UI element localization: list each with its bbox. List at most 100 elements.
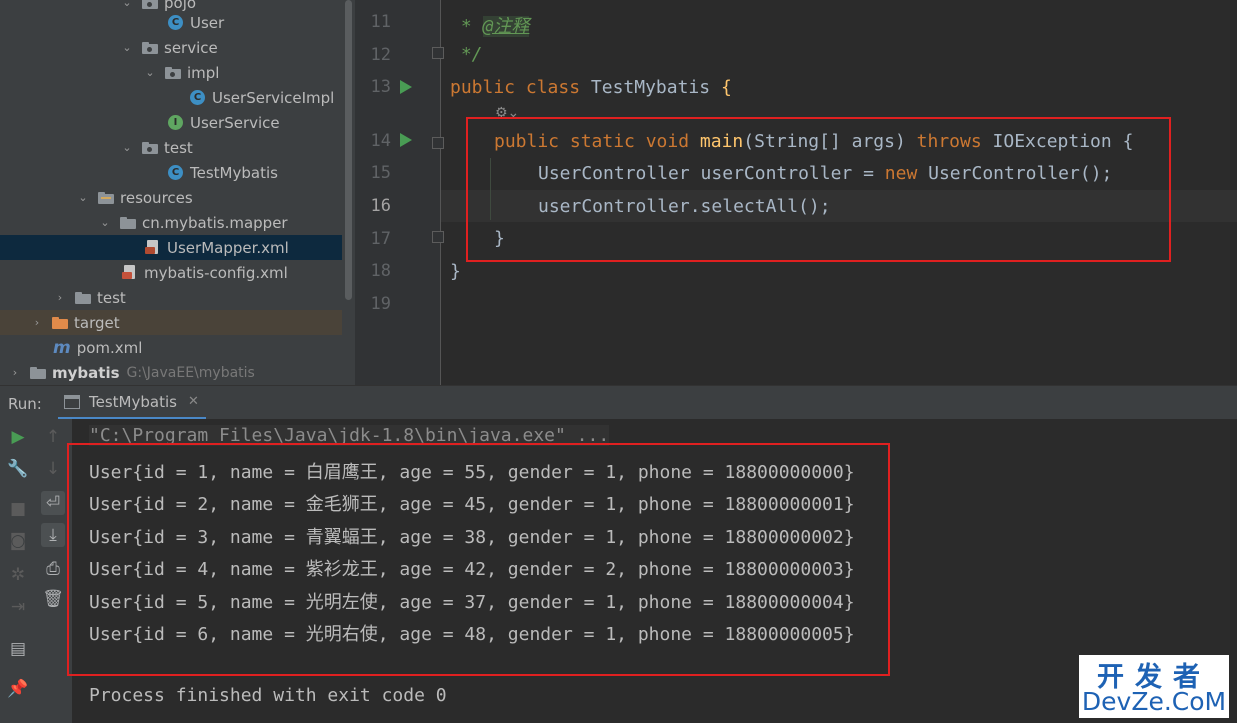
tree-item-usermapper-xml[interactable]: UserMapper.xml [0, 235, 342, 260]
watermark-logo: 开发者 DevZe.CoM [1079, 655, 1229, 718]
run-config-icon [64, 394, 80, 409]
line-number: 17 [370, 229, 391, 249]
tree-item-project-root[interactable]: › mybatis G:\JavaEE\mybatis [0, 360, 342, 385]
chevron-down-icon[interactable]: ⌄ [143, 66, 157, 80]
wrench-icon[interactable]: 🔧 [6, 457, 30, 481]
chevron-right-icon[interactable]: › [30, 316, 44, 330]
rerun-icon[interactable]: ▶ [6, 425, 30, 449]
tree-item-userservice[interactable]: I UserService [0, 110, 342, 135]
tree-item-label: UserMapper.xml [167, 238, 289, 257]
tree-item-label: pom.xml [76, 338, 143, 357]
resources-folder-icon [98, 191, 114, 204]
line-number: 19 [370, 294, 391, 314]
fold-marker-icon[interactable] [432, 231, 444, 243]
tree-item-label: test [164, 138, 193, 157]
print-icon[interactable]: ⎙ [41, 557, 65, 581]
package-icon [142, 141, 158, 154]
code-line-18: } [450, 261, 461, 282]
tree-item-test-package[interactable]: ⌄ test [0, 135, 342, 160]
debug-icon[interactable]: ✲ [6, 563, 30, 587]
project-folder-icon [30, 366, 46, 379]
project-tree: ⌄ pojo C User ⌄ service ⌄ impl C UserSer… [0, 0, 342, 385]
soft-wrap-icon[interactable]: ⏎ [41, 491, 65, 515]
folder-icon [75, 291, 91, 304]
tree-item-user[interactable]: C User [0, 10, 342, 35]
tree-item-label: target [74, 313, 120, 332]
line-number: 14 [370, 131, 391, 151]
tree-item-pom[interactable]: m pom.xml [0, 335, 342, 360]
run-class-icon[interactable] [400, 80, 412, 94]
xml-file-icon [122, 265, 137, 280]
chevron-down-icon[interactable]: ⌄ [120, 41, 134, 55]
tree-item-label: resources [120, 188, 193, 207]
tree-item-label: UserServiceImpl [212, 88, 335, 107]
console-exit-message: Process finished with exit code 0 [89, 685, 447, 706]
tree-item-label: TestMybatis [190, 163, 278, 182]
class-icon: C [190, 90, 205, 105]
chevron-down-icon[interactable]: ⌄ [120, 141, 134, 155]
tree-item-resources[interactable]: ⌄ resources [0, 185, 342, 210]
tree-item-testmybatis[interactable]: C TestMybatis [0, 160, 342, 185]
tree-item-label: UserService [190, 113, 280, 132]
camera-icon[interactable]: ◙ [6, 529, 30, 553]
up-arrow-icon[interactable]: ↑ [41, 425, 65, 449]
tree-item-userserviceimpl[interactable]: C UserServiceImpl [0, 85, 342, 110]
tab-testmybatis[interactable]: TestMybatis ✕ [58, 386, 206, 420]
scroll-to-end-icon[interactable]: ⤓ [41, 523, 65, 547]
line-number: 11 [370, 12, 391, 32]
line-number: 13 [370, 77, 391, 97]
layout-icon[interactable]: ▤ [6, 637, 30, 661]
tree-item-impl[interactable]: ⌄ impl [0, 60, 342, 85]
close-icon[interactable]: ✕ [188, 394, 199, 409]
tree-item-label: cn.mybatis.mapper [142, 213, 288, 232]
class-icon: C [168, 15, 183, 30]
tree-item-label: impl [187, 63, 220, 82]
excluded-folder-icon [52, 316, 68, 329]
code-line-11: * @注释 [450, 16, 530, 37]
project-path: G:\JavaEE\mybatis [126, 364, 255, 381]
stop-icon[interactable]: ■ [6, 497, 30, 521]
javadoc-tag: @注释 [482, 16, 530, 37]
watermark-bottom-text: DevZe.CoM [1081, 687, 1227, 716]
trash-icon[interactable]: 🗑 [41, 587, 65, 611]
folder-icon [120, 216, 136, 229]
run-label: Run: [8, 395, 42, 413]
code-line-13: public class TestMybatis { [450, 77, 732, 98]
chevron-down-icon[interactable]: ⌄ [76, 191, 90, 205]
line-number: 12 [370, 45, 391, 65]
highlight-box-output [67, 443, 890, 676]
maven-icon: m [53, 337, 71, 358]
tree-item-mybatis-config[interactable]: mybatis-config.xml [0, 260, 342, 285]
tree-item-service[interactable]: ⌄ service [0, 35, 342, 60]
package-icon [165, 66, 181, 79]
chevron-down-icon[interactable]: ⌄ [120, 0, 134, 10]
pin-icon[interactable]: 📌 [6, 677, 30, 701]
line-number: 18 [370, 261, 391, 281]
interface-icon: I [168, 115, 183, 130]
highlight-box-code [466, 117, 1171, 262]
code-line-12: */ [450, 44, 483, 65]
down-arrow-icon[interactable]: ↓ [41, 457, 65, 481]
fold-marker-icon[interactable] [432, 137, 444, 149]
line-number: 16 [370, 196, 391, 216]
chevron-right-icon[interactable]: › [53, 291, 67, 305]
package-icon [142, 0, 158, 9]
exit-icon[interactable]: ⇥ [6, 595, 30, 619]
chevron-down-icon[interactable]: ⌄ [98, 216, 112, 230]
class-icon: C [168, 165, 183, 180]
run-toolbar: ▶ ↑ 🔧 ↓ ■ ⏎ ◙ ⤓ ✲ ⎙ ⇥ 🗑 ▤ 📌 [0, 419, 72, 723]
tree-item-label: service [164, 38, 218, 57]
run-main-icon[interactable] [400, 133, 412, 147]
tree-item-label: User [190, 13, 225, 32]
chevron-right-icon[interactable]: › [8, 366, 22, 380]
tree-item-target[interactable]: › target [0, 310, 342, 335]
run-panel-header: Run: TestMybatis ✕ [0, 385, 1237, 420]
tree-scrollbar[interactable] [342, 0, 355, 385]
line-number: 15 [370, 163, 391, 183]
scrollbar-thumb[interactable] [345, 0, 352, 300]
tab-label: TestMybatis [89, 392, 177, 411]
tree-item-mapper-folder[interactable]: ⌄ cn.mybatis.mapper [0, 210, 342, 235]
package-icon [142, 41, 158, 54]
tree-item-test-folder[interactable]: › test [0, 285, 342, 310]
fold-marker-icon[interactable] [432, 47, 444, 59]
